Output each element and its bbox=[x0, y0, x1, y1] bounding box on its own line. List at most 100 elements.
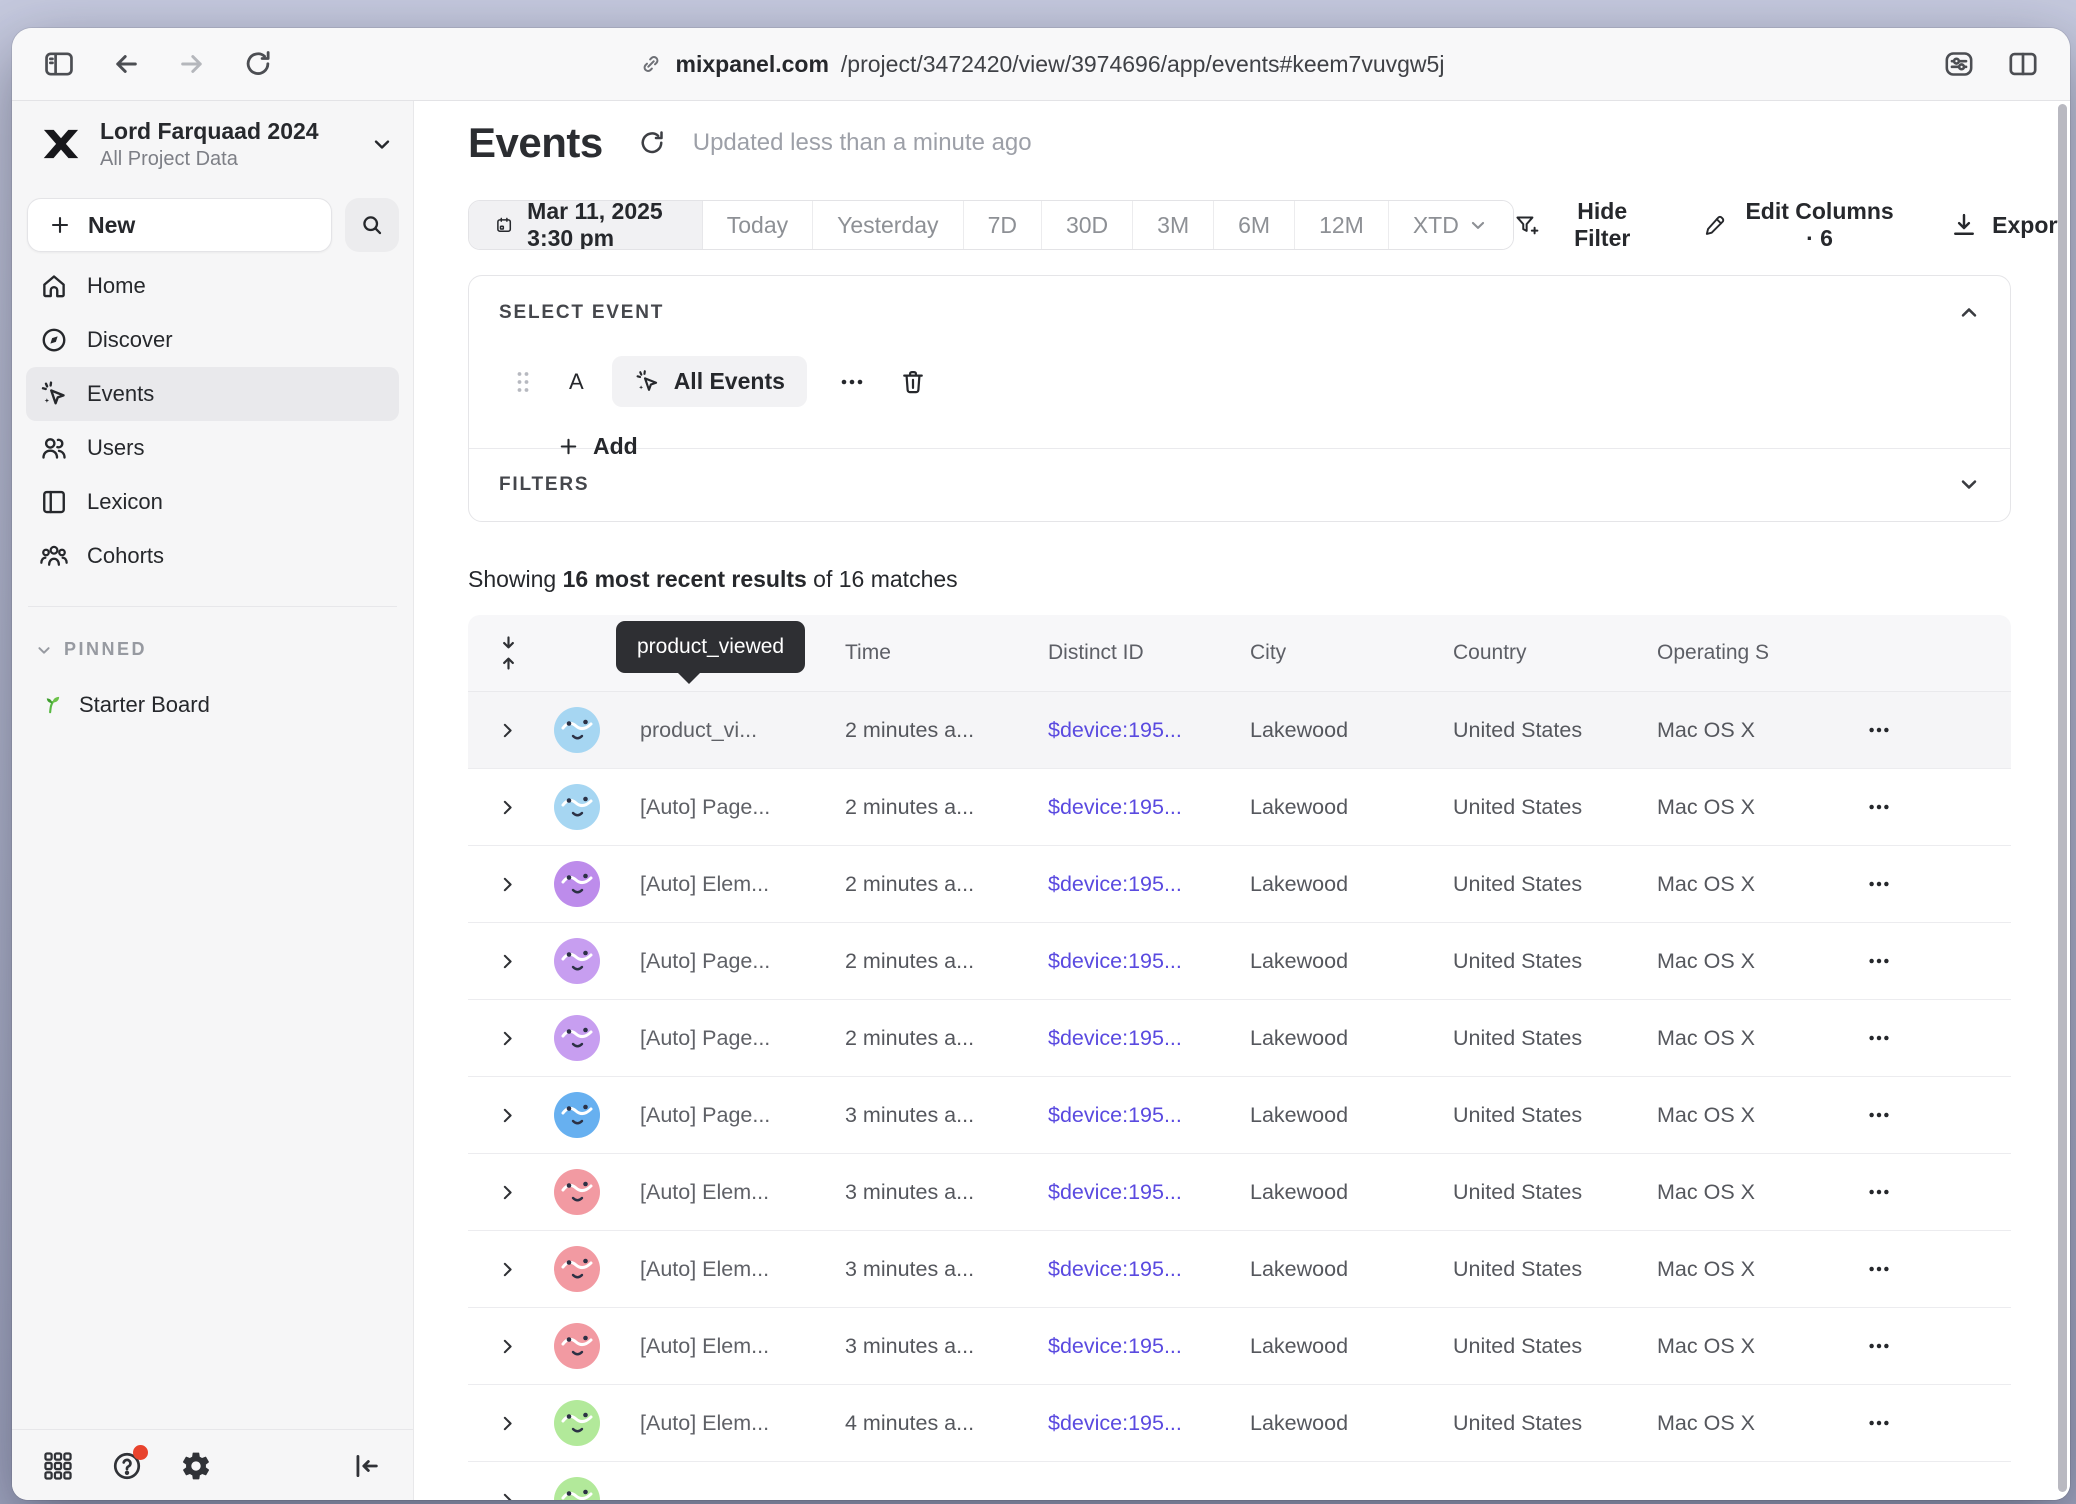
table-body: product_vi...2 minutes a...$device:195..… bbox=[468, 692, 2011, 1500]
apps-grid-icon[interactable] bbox=[42, 1450, 74, 1482]
country-cell: United States bbox=[1425, 872, 1629, 897]
drag-handle-icon[interactable] bbox=[515, 370, 531, 394]
new-button[interactable]: New bbox=[27, 198, 332, 252]
export-button[interactable]: Export bbox=[1950, 211, 2065, 239]
expand-row-icon[interactable] bbox=[468, 1259, 546, 1280]
range-button-today[interactable]: Today bbox=[703, 201, 813, 249]
event-selector-chip[interactable]: All Events bbox=[612, 356, 807, 407]
range-button-6m[interactable]: 6M bbox=[1214, 201, 1295, 249]
row-actions-icon[interactable] bbox=[1839, 872, 1919, 896]
distinct-id-link[interactable]: $device:195... bbox=[1020, 872, 1222, 897]
more-options-icon[interactable] bbox=[839, 369, 865, 395]
page-scrollbar[interactable] bbox=[2058, 104, 2067, 1492]
collapse-all-rows-icon[interactable] bbox=[498, 634, 546, 672]
row-actions-icon[interactable] bbox=[1839, 949, 1919, 973]
trash-icon[interactable] bbox=[899, 368, 927, 396]
gear-icon[interactable] bbox=[180, 1450, 212, 1482]
row-actions-icon[interactable] bbox=[1839, 795, 1919, 819]
distinct-id-link[interactable]: $device:195... bbox=[1020, 1103, 1222, 1128]
refresh-icon[interactable] bbox=[637, 128, 667, 158]
sidebar-item-cohorts[interactable]: Cohorts bbox=[26, 529, 399, 583]
row-actions-icon[interactable] bbox=[1839, 1026, 1919, 1050]
sidebar-item-users[interactable]: Users bbox=[26, 421, 399, 475]
time-cell: 3 minutes a... bbox=[817, 1180, 1020, 1205]
forward-icon[interactable] bbox=[176, 48, 208, 80]
avatar bbox=[554, 1477, 600, 1500]
sidebar-item-home[interactable]: Home bbox=[26, 259, 399, 313]
country-cell: United States bbox=[1425, 1411, 1629, 1436]
expand-row-icon[interactable] bbox=[468, 1028, 546, 1049]
table-row[interactable]: [Auto] Page...2 minutes a...$device:195.… bbox=[468, 769, 2011, 846]
url-bar[interactable]: mixpanel.com/project/3472420/view/397469… bbox=[332, 51, 1750, 78]
split-view-icon[interactable] bbox=[2006, 47, 2040, 81]
pinned-item-starter-board[interactable]: Starter Board bbox=[26, 680, 399, 730]
sidebar-item-discover[interactable]: Discover bbox=[26, 313, 399, 367]
table-row[interactable]: [Auto] Elem...3 minutes a...$device:195.… bbox=[468, 1231, 2011, 1308]
page-settings-icon[interactable] bbox=[1942, 47, 1976, 81]
distinct-id-link[interactable]: $device:195... bbox=[1020, 949, 1222, 974]
expand-row-icon[interactable] bbox=[468, 720, 546, 741]
distinct-id-link[interactable]: $device:195... bbox=[1020, 795, 1222, 820]
table-row[interactable]: [Auto] Page...3 minutes a...$device:195.… bbox=[468, 1077, 2011, 1154]
search-button[interactable] bbox=[345, 198, 399, 252]
row-actions-icon[interactable] bbox=[1839, 1257, 1919, 1281]
seedling-icon bbox=[38, 689, 65, 722]
range-button-3m[interactable]: 3M bbox=[1133, 201, 1214, 249]
row-actions-icon[interactable] bbox=[1839, 1334, 1919, 1358]
expand-row-icon[interactable] bbox=[468, 1413, 546, 1434]
range-button-30d[interactable]: 30D bbox=[1042, 201, 1133, 249]
sidebar-item-events[interactable]: Events bbox=[26, 367, 399, 421]
table-row[interactable]: product_vi...2 minutes a...$device:195..… bbox=[468, 692, 2011, 769]
table-row[interactable]: [Auto] Elem...3 minutes a...$device:195.… bbox=[468, 1308, 2011, 1385]
expand-row-icon[interactable] bbox=[468, 1490, 546, 1501]
city-cell: Lakewood bbox=[1222, 795, 1425, 820]
row-actions-icon[interactable] bbox=[1839, 1103, 1919, 1127]
project-switcher[interactable]: Lord Farquaad 2024 All Project Data bbox=[12, 101, 413, 171]
expand-row-icon[interactable] bbox=[468, 951, 546, 972]
expand-row-icon[interactable] bbox=[468, 1105, 546, 1126]
reload-icon[interactable] bbox=[242, 48, 274, 80]
sidebar-item-lexicon[interactable]: Lexicon bbox=[26, 475, 399, 529]
help-icon[interactable] bbox=[110, 1449, 144, 1483]
range-button-yesterday[interactable]: Yesterday bbox=[813, 201, 963, 249]
range-button-12m[interactable]: 12M bbox=[1295, 201, 1389, 249]
distinct-id-link[interactable]: $device:195... bbox=[1020, 1180, 1222, 1205]
expand-row-icon[interactable] bbox=[468, 874, 546, 895]
table-row[interactable]: [Auto] Elem...2 minutes a...$device:195.… bbox=[468, 846, 2011, 923]
browser-sidebar-toggle-icon[interactable] bbox=[42, 47, 76, 81]
row-actions-icon[interactable] bbox=[1839, 1180, 1919, 1204]
table-row[interactable]: [Auto] Elem...3 minutes a...$device:195.… bbox=[468, 1154, 2011, 1231]
collapse-sidebar-icon[interactable] bbox=[351, 1450, 383, 1482]
distinct-id-link[interactable]: $device:195... bbox=[1020, 718, 1222, 743]
table-row[interactable]: [Auto] Elem...4 minutes a...$device:195.… bbox=[468, 1385, 2011, 1462]
distinct-id-link[interactable]: $device:195... bbox=[1020, 1411, 1222, 1436]
edit-columns-button[interactable]: Edit Columns · 6 bbox=[1703, 198, 1898, 252]
chevron-down-icon bbox=[369, 131, 395, 157]
city-cell: Lakewood bbox=[1222, 949, 1425, 974]
expand-filters-icon[interactable] bbox=[1956, 471, 1982, 497]
pinned-section-header[interactable]: PINNED bbox=[34, 639, 413, 660]
os-cell: Mac OS X bbox=[1629, 795, 1839, 820]
expand-row-icon[interactable] bbox=[468, 1336, 546, 1357]
distinct-id-link[interactable]: $device:195... bbox=[1020, 1026, 1222, 1051]
range-label: XTD bbox=[1413, 212, 1459, 239]
back-icon[interactable] bbox=[110, 48, 142, 80]
collapse-section-icon[interactable] bbox=[1956, 300, 1982, 326]
avatar bbox=[554, 861, 600, 907]
table-row[interactable]: [Auto] Page...2 minutes a...$device:195.… bbox=[468, 1000, 2011, 1077]
table-row[interactable] bbox=[468, 1462, 2011, 1500]
row-actions-icon[interactable] bbox=[1839, 1411, 1919, 1435]
country-cell: United States bbox=[1425, 949, 1629, 974]
pinned-label: PINNED bbox=[64, 639, 147, 660]
distinct-id-link[interactable]: $device:195... bbox=[1020, 1257, 1222, 1282]
expand-row-icon[interactable] bbox=[468, 1182, 546, 1203]
range-button-7d[interactable]: 7D bbox=[964, 201, 1042, 249]
date-picker-button[interactable]: Mar 11, 2025 3:30 pm bbox=[469, 201, 703, 249]
row-actions-icon[interactable] bbox=[1839, 718, 1919, 742]
distinct-id-link[interactable]: $device:195... bbox=[1020, 1334, 1222, 1359]
hide-filter-button[interactable]: Hide Filter bbox=[1514, 198, 1651, 252]
column-header-country: Country bbox=[1425, 641, 1629, 665]
range-button-xtd[interactable]: XTD bbox=[1389, 201, 1513, 249]
expand-row-icon[interactable] bbox=[468, 797, 546, 818]
table-row[interactable]: [Auto] Page...2 minutes a...$device:195.… bbox=[468, 923, 2011, 1000]
